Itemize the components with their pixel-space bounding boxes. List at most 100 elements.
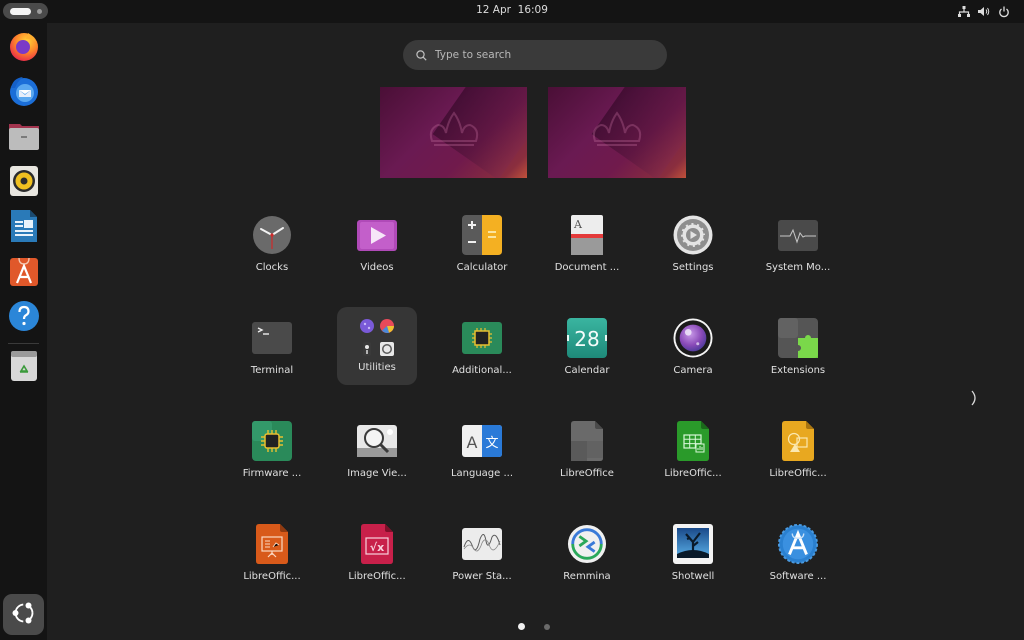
extensions-icon (778, 318, 818, 358)
libreoffice-draw-icon (778, 421, 818, 461)
calendar-day: 28 (574, 327, 599, 351)
page-dot-2[interactable] (544, 623, 550, 630)
app-remmina[interactable]: Remmina (547, 516, 627, 594)
svg-text:A: A (467, 433, 478, 452)
dock-item-thunderbird[interactable] (5, 74, 42, 111)
power-icon (998, 6, 1010, 18)
app-software-updater[interactable]: Software ... (758, 516, 838, 594)
app-extensions[interactable]: Extensions (758, 310, 838, 388)
network-icon (958, 6, 970, 17)
svg-text:√x: √x (370, 541, 384, 554)
files-icon (8, 121, 40, 155)
dock-item-writer[interactable] (5, 209, 42, 246)
app-grid-overview: Clocks Videos Calculator A Document ... … (47, 23, 1024, 640)
utilities-folder-icon (357, 318, 397, 358)
app-calculator[interactable]: Calculator (442, 207, 522, 285)
app-libreoffice[interactable]: LibreOffice (547, 413, 627, 491)
document-viewer-icon: A (567, 215, 607, 255)
app-label: Additional... (452, 365, 512, 376)
dock-item-files[interactable] (5, 119, 42, 156)
app-firmware[interactable]: Firmware ... (232, 413, 312, 491)
libreoffice-math-icon: √x (357, 524, 397, 564)
app-label: LibreOffic... (243, 571, 301, 582)
app-label: Calculator (456, 262, 508, 273)
app-videos[interactable]: Videos (337, 207, 417, 285)
libreoffice-calc-icon (673, 421, 713, 461)
search-icon (416, 46, 427, 65)
app-system-monitor[interactable]: System Mo... (758, 207, 838, 285)
search-input[interactable] (435, 49, 645, 61)
next-page-button[interactable] (967, 389, 983, 411)
shotwell-icon (673, 524, 713, 564)
app-label: Document ... (554, 262, 620, 273)
help-icon (8, 300, 40, 336)
app-label: Remmina (563, 571, 611, 582)
app-settings[interactable]: Settings (653, 207, 733, 285)
crown-icon (426, 110, 482, 155)
app-label: Utilities (358, 362, 396, 373)
app-label: Software ... (769, 571, 827, 582)
crown-icon (589, 110, 645, 155)
chevron-right-icon (971, 390, 979, 410)
dock-item-trash[interactable] (5, 349, 42, 386)
videos-icon (357, 215, 397, 255)
dock-item-app-center[interactable] (5, 254, 42, 291)
clock-button[interactable]: 12 Apr 16:09 (476, 4, 548, 16)
system-menu-button[interactable] (958, 3, 1010, 20)
dock-item-rhythmbox[interactable] (5, 164, 42, 201)
search-bar[interactable] (403, 40, 667, 70)
calendar-icon: 28 (567, 318, 607, 358)
dock-item-help[interactable] (5, 299, 42, 336)
rhythmbox-icon (9, 165, 39, 201)
system-monitor-icon (778, 215, 818, 255)
app-label: Videos (360, 262, 394, 273)
app-label: LibreOffice (560, 468, 614, 479)
workspace-indicator-active (10, 8, 31, 15)
workspace-thumbnail-2[interactable] (548, 87, 686, 178)
app-libreoffice-impress[interactable]: LibreOffic... (232, 516, 312, 594)
calculator-icon (462, 215, 502, 255)
libreoffice-impress-icon (252, 524, 292, 564)
show-apps-button[interactable] (3, 594, 44, 635)
app-language-support[interactable]: A文 Language ... (442, 413, 522, 491)
firmware-icon (252, 421, 292, 461)
workspace-thumbnail-1[interactable] (380, 87, 527, 178)
app-calendar[interactable]: 28 Calendar (547, 310, 627, 388)
image-viewer-icon (357, 421, 397, 461)
app-label: Extensions (770, 365, 826, 376)
app-label: System Mo... (765, 262, 831, 273)
app-label: LibreOffic... (348, 571, 406, 582)
app-power-statistics[interactable]: Power Sta... (442, 516, 522, 594)
top-bar: 12 Apr 16:09 (0, 0, 1024, 23)
svg-text:A: A (573, 218, 583, 231)
app-folder-utilities[interactable]: Utilities (337, 307, 417, 385)
app-camera[interactable]: Camera (653, 310, 733, 388)
software-updater-icon (778, 524, 818, 564)
libreoffice-icon (567, 421, 607, 461)
app-label: LibreOffic... (769, 468, 827, 479)
app-label: Calendar (564, 365, 610, 376)
app-clocks[interactable]: Clocks (232, 207, 312, 285)
additional-drivers-icon (462, 318, 502, 358)
app-document-viewer[interactable]: A Document ... (547, 207, 627, 285)
page-dot-1[interactable] (518, 623, 525, 630)
app-libreoffice-calc[interactable]: LibreOffic... (653, 413, 733, 491)
power-statistics-icon (462, 524, 502, 564)
app-additional-drivers[interactable]: Additional... (442, 310, 522, 388)
camera-icon (673, 318, 713, 358)
app-label: Image Vie... (347, 468, 407, 479)
trash-icon (10, 350, 38, 386)
app-image-viewer[interactable]: Image Vie... (337, 413, 417, 491)
app-libreoffice-draw[interactable]: LibreOffic... (758, 413, 838, 491)
activities-button[interactable] (3, 3, 48, 19)
app-libreoffice-math[interactable]: √x LibreOffic... (337, 516, 417, 594)
app-terminal[interactable]: Terminal (232, 310, 312, 388)
svg-text:文: 文 (485, 436, 498, 451)
date-time: 12 Apr 16:09 (0, 4, 1024, 16)
app-shotwell[interactable]: Shotwell (653, 516, 733, 594)
app-label: Camera (673, 365, 713, 376)
firefox-icon (8, 30, 40, 66)
clocks-icon (252, 215, 292, 255)
dock-item-firefox[interactable] (5, 29, 42, 66)
workspace-indicator (37, 9, 42, 14)
